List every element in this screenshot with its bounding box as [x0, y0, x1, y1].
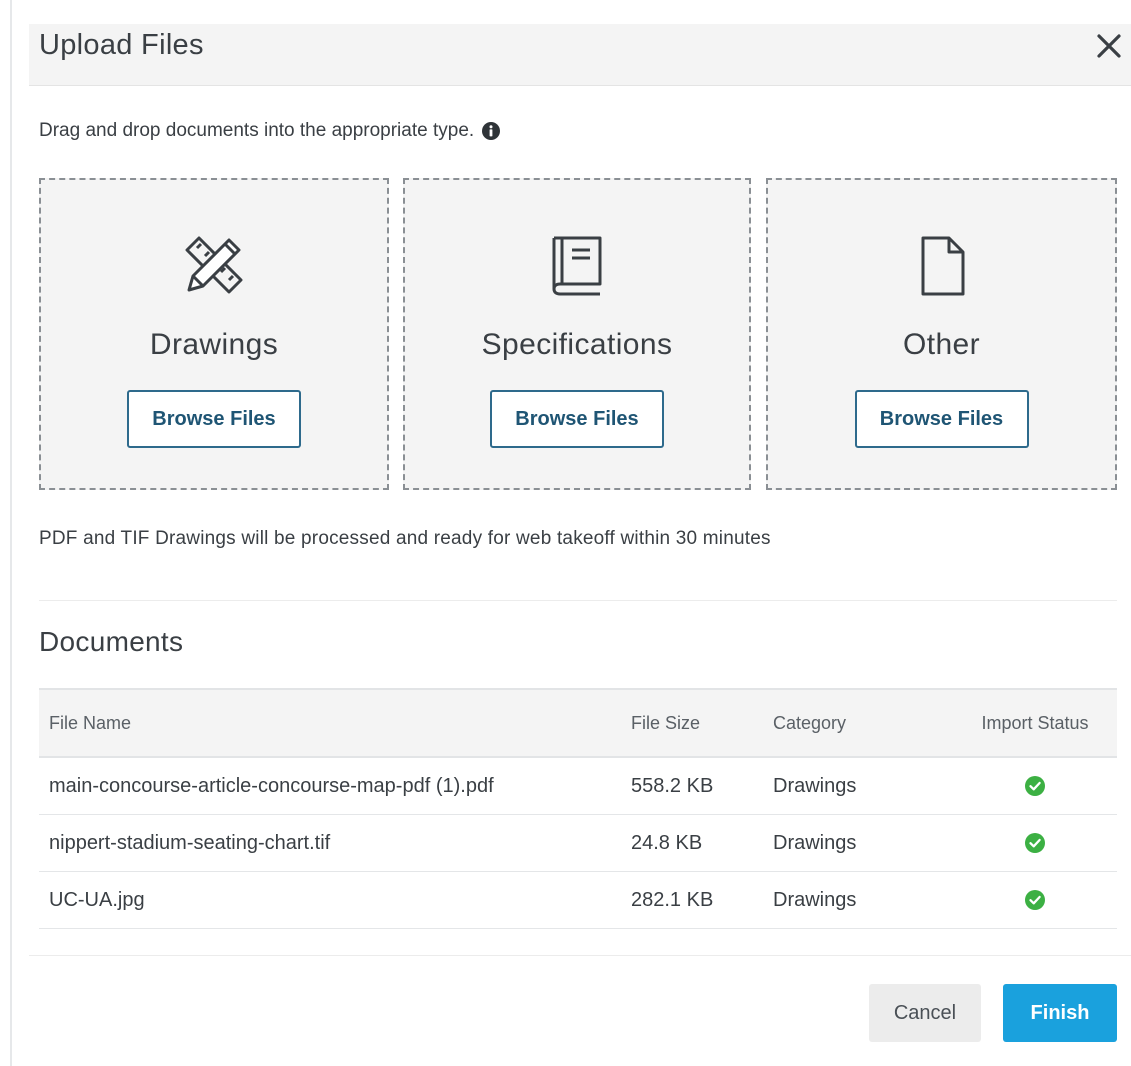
category-cell: Drawings: [773, 757, 953, 815]
dropzone-label: Drawings: [149, 328, 279, 361]
browse-files-button-other[interactable]: Browse Files: [854, 390, 1029, 448]
section-divider: [39, 600, 1117, 601]
close-button[interactable]: [1093, 30, 1125, 62]
file-size-cell: 24.8 KB: [631, 814, 773, 872]
check-circle-icon: [1025, 776, 1045, 797]
check-circle-icon: [1025, 890, 1045, 911]
cancel-button[interactable]: Cancel: [869, 984, 981, 1042]
import-status-cell: [953, 757, 1117, 815]
book-icon: [544, 232, 610, 298]
dialog-header: Upload Files: [29, 24, 1131, 86]
dialog-title: Upload Files: [39, 29, 204, 61]
close-icon: [1097, 34, 1121, 58]
import-status-cell: [953, 871, 1117, 929]
pencil-ruler-icon: [181, 232, 247, 298]
instruction-text-row: Drag and drop documents into the appropr…: [39, 120, 501, 142]
upload-files-dialog: Upload Files Drag and drop documents int…: [10, 0, 1131, 1066]
column-header-file-size[interactable]: File Size: [631, 688, 773, 758]
column-header-category[interactable]: Category: [773, 688, 953, 758]
file-name-cell: nippert-stadium-seating-chart.tif: [39, 814, 631, 872]
finish-button[interactable]: Finish: [1003, 984, 1117, 1042]
documents-table: File Name File Size Category Import Stat…: [39, 688, 1117, 929]
instruction-text: Drag and drop documents into the appropr…: [39, 120, 475, 141]
browse-files-button-specifications[interactable]: Browse Files: [490, 390, 664, 448]
footer-divider: [29, 955, 1131, 956]
documents-title: Documents: [39, 626, 184, 657]
check-circle-icon: [1025, 833, 1045, 854]
file-size-cell: 558.2 KB: [631, 757, 773, 815]
dropzone-specifications[interactable]: Specifications Browse Files: [403, 178, 751, 490]
dropzone-label: Other: [902, 328, 981, 361]
dropzone-other[interactable]: Other Browse Files: [766, 178, 1117, 490]
import-status-cell: [953, 814, 1117, 872]
dropzone-drawings[interactable]: Drawings Browse Files: [39, 178, 389, 490]
browse-files-button-drawings[interactable]: Browse Files: [127, 390, 301, 448]
file-name-cell: main-concourse-article-concourse-map-pdf…: [39, 757, 631, 815]
table-row[interactable]: main-concourse-article-concourse-map-pdf…: [39, 757, 1117, 815]
table-row[interactable]: nippert-stadium-seating-chart.tif 24.8 K…: [39, 814, 1117, 872]
category-cell: Drawings: [773, 871, 953, 929]
column-header-file-name[interactable]: File Name: [39, 688, 631, 758]
dropzone-label: Specifications: [481, 328, 673, 361]
processing-note: PDF and TIF Drawings will be processed a…: [39, 528, 771, 549]
file-name-cell: UC-UA.jpg: [39, 871, 631, 929]
column-header-import-status[interactable]: Import Status: [953, 688, 1117, 758]
file-size-cell: 282.1 KB: [631, 871, 773, 929]
table-row[interactable]: UC-UA.jpg 282.1 KB Drawings: [39, 871, 1117, 929]
table-header-row: File Name File Size Category Import Stat…: [39, 688, 1117, 758]
document-icon: [909, 232, 975, 298]
category-cell: Drawings: [773, 814, 953, 872]
info-icon[interactable]: [482, 122, 501, 140]
